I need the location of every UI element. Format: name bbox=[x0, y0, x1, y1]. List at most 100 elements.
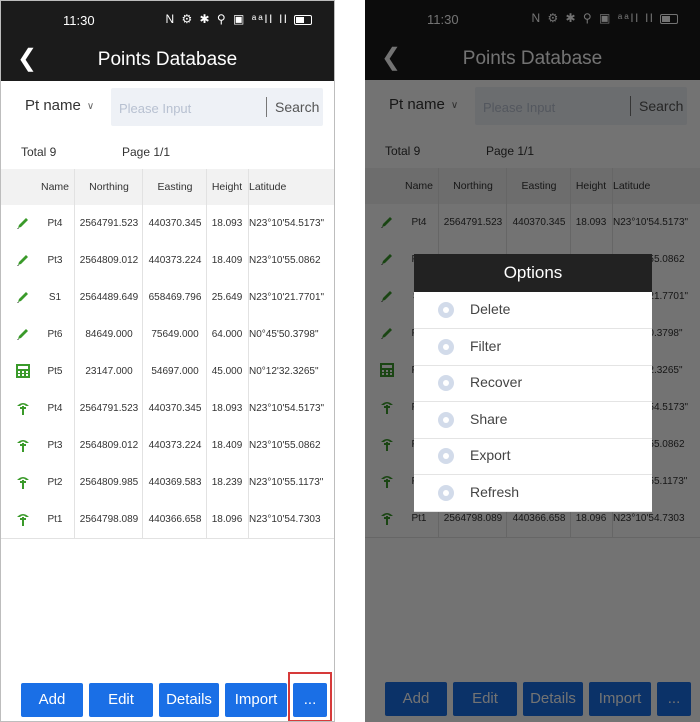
column-header[interactable]: Height bbox=[207, 181, 247, 193]
highlight-box bbox=[288, 672, 332, 721]
summary-row: Total 9 Page 1/1 bbox=[1, 141, 334, 165]
cell-latitude: N0°12'32.3265" bbox=[249, 366, 319, 377]
column-divider bbox=[206, 169, 207, 538]
calculator-icon bbox=[15, 363, 31, 379]
option-export[interactable]: Export bbox=[414, 438, 652, 475]
radio-icon bbox=[438, 302, 454, 318]
table-row[interactable]: Pt6 84649.000 75649.000 64.000 N0°45'50.3798… bbox=[1, 316, 334, 354]
column-header[interactable]: Northing bbox=[75, 181, 143, 193]
cell-northing: 2564809.012 bbox=[79, 440, 139, 451]
phone-screen-options-dialog: 11:30 N ⚙ ✱ ⚲ ▣ ᵃᵃll ll ❮ Points Databas… bbox=[365, 0, 700, 722]
option-filter[interactable]: Filter bbox=[414, 329, 652, 366]
battery-icon bbox=[294, 14, 312, 25]
option-label: Share bbox=[470, 410, 508, 427]
cell-name: Pt2 bbox=[47, 477, 63, 488]
chevron-down-icon: ∨ bbox=[86, 100, 95, 112]
radio-icon bbox=[438, 484, 454, 501]
gps-pole-icon bbox=[15, 400, 31, 416]
cell-height: 18.409 bbox=[211, 255, 243, 266]
table-row[interactable]: Pt4 2564791.523 440370.345 18.093 N23°10'54.… bbox=[1, 390, 334, 428]
search-input[interactable] bbox=[117, 88, 261, 128]
option-label: Delete bbox=[470, 301, 511, 317]
title-bar: ❮ Points Database bbox=[1, 39, 334, 81]
column-header[interactable]: Name bbox=[37, 181, 73, 193]
cell-latitude: N23°10'54.7303 bbox=[249, 514, 321, 525]
cell-latitude: N23°10'54.5173" bbox=[249, 218, 325, 229]
page-title: Points Database bbox=[97, 49, 238, 70]
status-icons: N ⚙ ✱ ⚲ ▣ ᵃᵃll ll bbox=[165, 12, 312, 26]
cell-easting: 440370.345 bbox=[148, 403, 202, 414]
pencil-icon bbox=[15, 252, 31, 268]
cell-latitude: N23°10'55.0862 bbox=[249, 255, 321, 266]
cell-height: 18.093 bbox=[211, 218, 243, 229]
cell-name: Pt5 bbox=[47, 366, 63, 377]
radio-icon bbox=[438, 338, 454, 355]
cell-northing: 84649.000 bbox=[85, 329, 133, 340]
cell-easting: 75649.000 bbox=[151, 329, 199, 340]
cell-northing: 2564809.985 bbox=[79, 477, 139, 488]
phone-screen-points-list: 11:30 N ⚙ ✱ ⚲ ▣ ᵃᵃll ll ❮ Points Databas… bbox=[0, 0, 335, 722]
total-count: Total 9 bbox=[21, 145, 57, 159]
cell-name: Pt4 bbox=[47, 403, 63, 414]
option-refresh[interactable]: Refresh bbox=[414, 475, 652, 512]
search-separator bbox=[266, 97, 267, 117]
cell-northing: 23147.000 bbox=[85, 366, 133, 377]
cell-latitude: N23°10'54.5173" bbox=[249, 403, 325, 414]
details-button[interactable]: Details bbox=[159, 683, 219, 717]
cell-height: 18.409 bbox=[211, 440, 243, 451]
import-button[interactable]: Import bbox=[225, 683, 287, 717]
search-row: Pt name ∨ Search bbox=[1, 81, 334, 133]
option-share[interactable]: Share bbox=[414, 402, 652, 439]
field-select[interactable]: Pt name ∨ bbox=[25, 97, 94, 114]
gps-pole-icon bbox=[15, 474, 31, 490]
dialog-title: Options bbox=[414, 254, 652, 292]
column-divider bbox=[74, 169, 75, 538]
status-bar: 11:30 N ⚙ ✱ ⚲ ▣ ᵃᵃll ll bbox=[1, 1, 334, 39]
table-row[interactable]: Pt4 2564791.523 440370.345 18.093 N23°10'54.… bbox=[1, 205, 334, 243]
search-box: Search bbox=[111, 88, 323, 128]
field-select-label: Pt name bbox=[25, 97, 81, 114]
cell-height: 18.093 bbox=[211, 403, 243, 414]
cell-latitude: N23°10'21.7701" bbox=[249, 292, 325, 303]
cell-height: 25.649 bbox=[211, 292, 243, 303]
pencil-icon bbox=[15, 215, 31, 231]
cell-height: 18.239 bbox=[211, 477, 243, 488]
option-label: Refresh bbox=[470, 483, 520, 500]
gps-pole-icon bbox=[15, 437, 31, 453]
cell-name: Pt6 bbox=[47, 329, 63, 340]
table-row[interactable]: Pt2 2564809.985 440369.583 18.239 N23°10'55.… bbox=[1, 464, 334, 502]
table-row[interactable]: S1 2564489.649 658469.796 25.649 N23°10'21.7… bbox=[1, 279, 334, 317]
cell-easting: 440369.583 bbox=[148, 477, 202, 488]
table-row[interactable]: Pt1 2564798.089 440366.658 18.096 N23°10'54.… bbox=[1, 501, 334, 539]
options-dialog: Options Delete Filter Recover Share Export Re… bbox=[414, 254, 652, 512]
cell-name: Pt3 bbox=[47, 440, 63, 451]
option-label: Recover bbox=[470, 374, 523, 390]
cell-name: S1 bbox=[48, 292, 62, 303]
cell-name: Pt3 bbox=[47, 255, 63, 266]
cell-easting: 440370.345 bbox=[148, 218, 202, 229]
table-row[interactable]: Pt3 2564809.012 440373.224 18.409 N23°10'55.… bbox=[1, 427, 334, 465]
page-indicator: Page 1/1 bbox=[122, 145, 171, 159]
cell-latitude: N23°10'55.0862 bbox=[249, 440, 321, 451]
cell-height: 45.000 bbox=[211, 366, 243, 377]
cell-easting: 54697.000 bbox=[151, 366, 199, 377]
column-header[interactable]: Latitude bbox=[249, 181, 334, 193]
cell-height: 18.096 bbox=[211, 514, 243, 525]
table-row[interactable]: Pt5 23147.000 54697.000 45.000 N0°12'32.3265… bbox=[1, 353, 334, 391]
option-label: Export bbox=[470, 447, 511, 463]
add-button[interactable]: Add bbox=[21, 683, 83, 717]
table-row[interactable]: Pt3 2564809.012 440373.224 18.409 N23°10'55.… bbox=[1, 242, 334, 280]
table-header: NameNorthingEastingHeightLatitude bbox=[1, 169, 334, 205]
column-header[interactable]: Easting bbox=[143, 181, 207, 193]
edit-button[interactable]: Edit bbox=[89, 683, 153, 717]
option-recover[interactable]: Recover bbox=[414, 365, 652, 402]
cell-northing: 2564791.523 bbox=[79, 403, 139, 414]
search-button[interactable]: Search bbox=[275, 99, 319, 115]
cell-easting: 440366.658 bbox=[148, 514, 202, 525]
cell-name: Pt1 bbox=[47, 514, 63, 525]
option-delete[interactable]: Delete bbox=[414, 292, 652, 329]
cell-latitude: N0°45'50.3798" bbox=[249, 329, 319, 340]
cell-easting: 658469.796 bbox=[148, 292, 202, 303]
radio-icon bbox=[438, 411, 454, 428]
radio-icon bbox=[438, 448, 454, 464]
